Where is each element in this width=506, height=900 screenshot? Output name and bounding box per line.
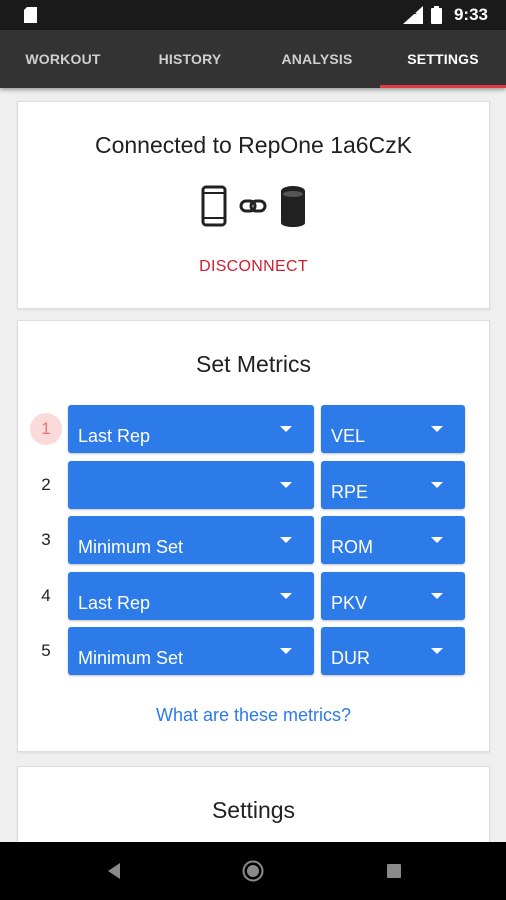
- metric-value: PKV: [331, 593, 368, 613]
- tab-analysis[interactable]: ANALYSIS: [254, 30, 380, 88]
- connection-card: Connected to RepOne 1a6CzK DISCONNECT: [17, 101, 490, 309]
- aggregate-value: Last Rep: [78, 426, 151, 446]
- aggregate-dropdown[interactable]: Minimum Set: [68, 627, 314, 675]
- aggregate-value: Last Rep: [78, 593, 151, 613]
- aggregate-dropdown[interactable]: Minimum Set: [68, 516, 314, 564]
- metric-dropdown[interactable]: PKV: [321, 572, 465, 620]
- tab-workout[interactable]: WORKOUT: [0, 30, 126, 88]
- dropdown-arrow-icon: [280, 648, 292, 654]
- clock: 9:33: [453, 5, 488, 24]
- aggregate-dropdown[interactable]: Last Rep: [68, 405, 314, 453]
- sensor-icon: [280, 186, 305, 227]
- aggregate-dropdown[interactable]: [68, 461, 314, 509]
- dropdown-arrow-icon: [431, 648, 443, 654]
- signal-icon: LTE: [402, 6, 423, 24]
- dropdown-arrow-icon: [431, 482, 443, 488]
- home-icon[interactable]: [242, 860, 264, 882]
- dropdown-arrow-icon: [431, 426, 443, 432]
- metric-row: 5 Minimum Set DUR: [18, 627, 491, 675]
- recents-icon[interactable]: [383, 860, 405, 882]
- settings-title: Settings: [211, 797, 296, 823]
- device-link-graphic: [18, 184, 489, 228]
- dropdown-arrow-icon: [280, 426, 292, 432]
- row-number: 3: [41, 530, 51, 549]
- tab-bar: WORKOUT HISTORY ANALYSIS SETTINGS: [0, 30, 506, 88]
- metric-dropdown[interactable]: ROM: [321, 516, 465, 564]
- link-icon: [239, 199, 266, 213]
- metrics-help-link[interactable]: What are these metrics?: [18, 705, 489, 726]
- sd-card-icon: [24, 7, 37, 23]
- network-type-label: LTE: [404, 9, 417, 16]
- metric-dropdown[interactable]: VEL: [321, 405, 465, 453]
- metric-row: 1 Last Rep VEL: [18, 405, 491, 453]
- metric-value: VEL: [331, 426, 366, 446]
- metric-dropdown[interactable]: RPE: [321, 461, 465, 509]
- dropdown-arrow-icon: [280, 593, 292, 599]
- dropdown-arrow-icon: [280, 537, 292, 543]
- battery-icon: [430, 6, 442, 24]
- tab-settings[interactable]: SETTINGS: [380, 30, 506, 88]
- row-number: 2: [41, 475, 51, 494]
- dropdown-arrow-icon: [431, 537, 443, 543]
- metric-dropdown[interactable]: DUR: [321, 627, 465, 675]
- back-icon[interactable]: [103, 860, 125, 882]
- row-number: 5: [41, 641, 51, 660]
- status-bar: LTE 9:33: [0, 0, 506, 30]
- set-metrics-card: Set Metrics 1 Last Rep VEL 2 RPE 3 Minim…: [17, 320, 490, 752]
- row-number: 1: [30, 413, 62, 445]
- metric-row: 2 RPE: [18, 461, 491, 509]
- row-number: 4: [41, 586, 51, 605]
- metric-row: 4 Last Rep PKV: [18, 572, 491, 620]
- disconnect-button[interactable]: DISCONNECT: [18, 258, 489, 276]
- metric-row: 3 Minimum Set ROM: [18, 516, 491, 564]
- phone-icon: [201, 185, 226, 227]
- navigation-bar: [0, 842, 506, 900]
- set-metrics-title: Set Metrics: [195, 351, 312, 377]
- dropdown-arrow-icon: [280, 482, 292, 488]
- dropdown-arrow-icon: [431, 593, 443, 599]
- aggregate-dropdown[interactable]: Last Rep: [68, 572, 314, 620]
- connection-title: Connected to RepOne 1a6CzK: [94, 132, 413, 158]
- tab-history[interactable]: HISTORY: [126, 30, 254, 88]
- aggregate-value: Minimum Set: [78, 537, 184, 557]
- metric-value: ROM: [331, 537, 373, 557]
- metric-value: RPE: [331, 482, 369, 502]
- metric-value: DUR: [331, 648, 370, 668]
- aggregate-value: Minimum Set: [78, 648, 184, 668]
